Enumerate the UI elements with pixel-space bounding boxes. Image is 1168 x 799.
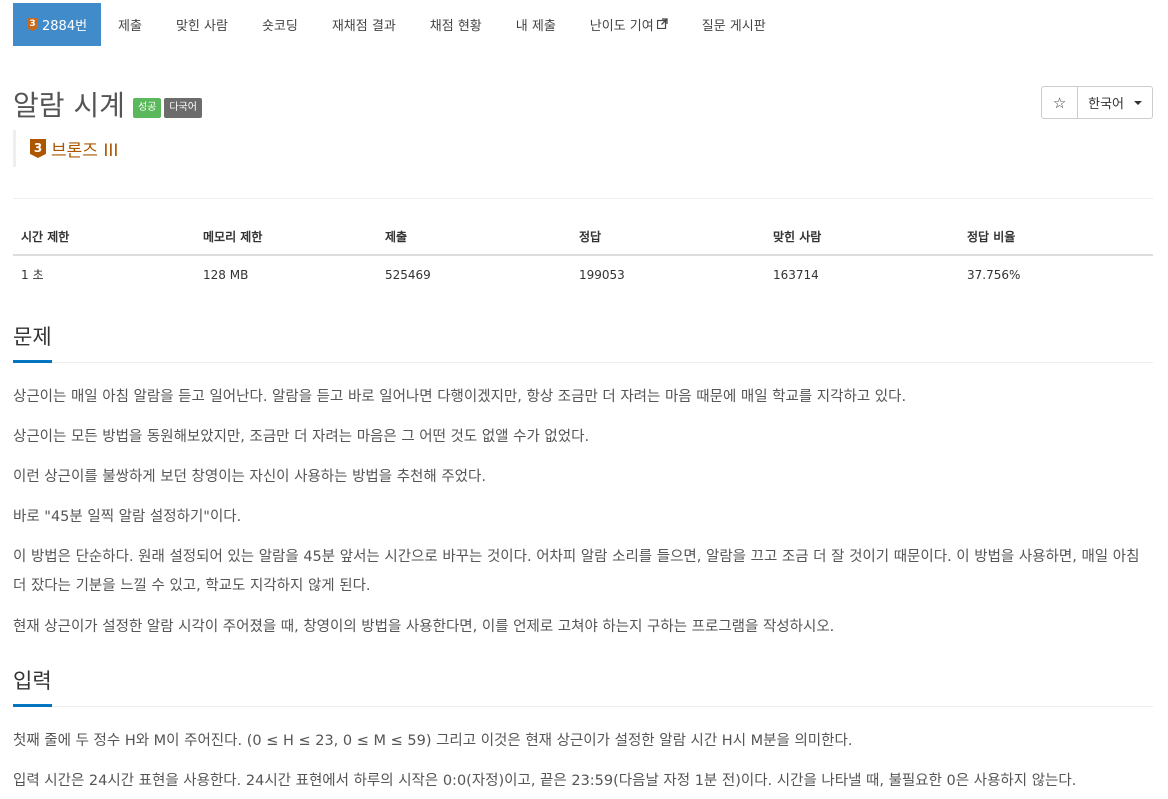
language-select[interactable]: 한국어	[1078, 86, 1153, 119]
bronze-tier-icon: 3	[30, 139, 46, 158]
tab-judge-status[interactable]: 채점 현황	[413, 3, 499, 46]
divider	[13, 198, 1153, 199]
problem-paragraph: 이 방법은 단순하다. 원래 설정되어 있는 알람을 45분 앞서는 시간으로 …	[13, 549, 1140, 594]
multilingual-badge: 다국어	[164, 98, 202, 118]
problem-paragraph: 바로 "45분 일찍 알람 설정하기"이다.	[13, 509, 242, 525]
tab-my-submissions[interactable]: 내 제출	[499, 3, 573, 46]
problem-section-title: 문제	[13, 321, 52, 363]
problem-paragraph: 상근이는 모든 방법을 동원해보았지만, 조금만 더 자려는 마음은 그 어떤 …	[13, 429, 590, 445]
problem-info-table: 시간 제한 메모리 제한 제출 정답 맞힌 사람 정답 비율 1 초 128 M…	[13, 218, 1153, 293]
table-header: 메모리 제한	[195, 218, 377, 256]
submissions-cell: 525469	[385, 267, 431, 282]
tab-rejudge-results-label: 재채점 결과	[331, 19, 396, 34]
tab-submit-label: 제출	[118, 19, 142, 34]
problem-title-row: 알람 시계 성공 다국어	[13, 84, 205, 124]
star-icon: ☆	[1052, 93, 1067, 112]
table-header: 제출	[377, 218, 571, 256]
tab-qna-board-label: 질문 게시판	[701, 19, 766, 34]
tab-short-coding[interactable]: 숏코딩	[245, 3, 315, 46]
tab-qna-board[interactable]: 질문 게시판	[685, 3, 783, 46]
solved-users-cell: 163714	[773, 267, 819, 282]
problem-paragraph: 상근이는 매일 아침 알람을 듣고 일어난다. 알람을 듣고 바로 일어나면 다…	[13, 389, 907, 405]
table-row: 1 초 128 MB 525469 199053 163714 37.756%	[13, 255, 1153, 293]
tab-difficulty-contribution[interactable]: 난이도 기여	[573, 3, 685, 46]
table-header: 정답 비율	[959, 218, 1153, 256]
problem-paragraph: 이런 상근이를 불쌍하게 보던 창영이는 자신이 사용하는 방법을 추천해 주었…	[13, 469, 486, 485]
input-section-header: 입력	[13, 665, 1153, 707]
external-link-icon	[656, 17, 668, 32]
input-paragraph: 첫째 줄에 두 정수 H와 M이 주어진다. (0 ≤ H ≤ 23, 0 ≤ …	[13, 733, 853, 749]
tab-judge-status-label: 채점 현황	[429, 19, 482, 34]
tab-rejudge-results[interactable]: 재채점 결과	[315, 3, 413, 46]
table-header: 시간 제한	[13, 218, 195, 256]
tab-my-submissions-label: 내 제출	[515, 19, 556, 34]
tab-difficulty-contribution-label: 난이도 기여	[589, 19, 654, 34]
problem-tier: 3 브론즈 III	[13, 130, 118, 167]
tab-solved-users[interactable]: 맞힌 사람	[159, 3, 245, 46]
star-button[interactable]: ☆	[1041, 86, 1079, 119]
problem-nav-tabs: 3 2884번 제출 맞힌 사람 숏코딩 재채점 결과 채점 현황 내 제출 난…	[13, 3, 783, 46]
table-header: 맞힌 사람	[765, 218, 959, 256]
memory-limit-cell: 128 MB	[203, 267, 249, 282]
input-paragraph: 입력 시간은 24시간 표현을 사용한다. 24시간 표현에서 하루의 시작은 …	[13, 773, 1077, 789]
input-section-title: 입력	[13, 665, 52, 707]
bronze-tier-icon: 3	[27, 18, 38, 31]
language-select-value: 한국어	[1088, 97, 1124, 112]
tab-submit[interactable]: 제출	[101, 3, 159, 46]
tab-problem[interactable]: 3 2884번	[13, 3, 102, 46]
tier-name[interactable]: 브론즈 III	[51, 136, 118, 161]
accepted-cell: 199053	[579, 267, 625, 282]
caret-down-icon	[1134, 100, 1142, 105]
tab-short-coding-label: 숏코딩	[261, 19, 298, 34]
tab-solved-users-label: 맞힌 사람	[175, 19, 228, 34]
solved-badge: 성공	[132, 98, 162, 118]
table-header-row: 시간 제한 메모리 제한 제출 정답 맞힌 사람 정답 비율	[13, 218, 1153, 256]
table-header: 정답	[571, 218, 765, 256]
problem-paragraph: 현재 상근이가 설정한 알람 시각이 주어졌을 때, 창영이의 방법을 사용한다…	[13, 619, 835, 635]
accept-ratio-cell: 37.756%	[967, 267, 1021, 282]
time-limit-cell: 1 초	[21, 268, 44, 282]
page-title: 알람 시계	[13, 89, 125, 122]
tab-problem-label: 2884번	[42, 19, 88, 34]
problem-actions: ☆ 한국어	[1041, 86, 1153, 119]
problem-section-header: 문제	[13, 321, 1153, 363]
